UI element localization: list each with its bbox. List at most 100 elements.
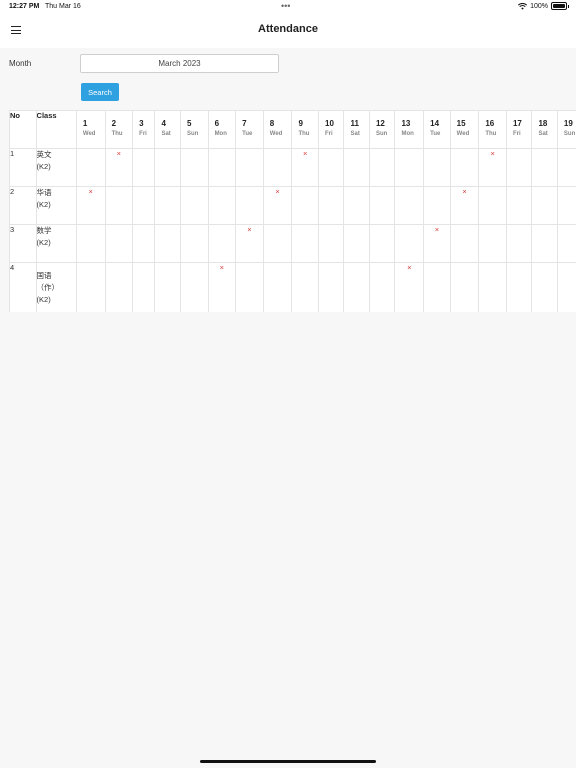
attendance-cell[interactable] [262, 224, 293, 263]
attendance-cell[interactable] [154, 262, 181, 312]
attendance-cell[interactable] [368, 148, 396, 187]
attendance-cell[interactable] [317, 148, 345, 187]
attendance-cell[interactable] [154, 148, 181, 187]
day-number: 11 [350, 119, 359, 128]
absent-mark[interactable]: × [394, 262, 425, 312]
attendance-cell[interactable] [207, 224, 237, 263]
attendance-cell[interactable] [556, 148, 576, 187]
attendance-cell[interactable] [478, 224, 507, 263]
attendance-cell[interactable] [505, 262, 533, 312]
attendance-cell[interactable] [423, 186, 451, 225]
attendance-cell[interactable] [394, 186, 425, 225]
attendance-cell[interactable] [343, 262, 370, 312]
day-weekday: Sun [186, 131, 199, 137]
absent-mark[interactable]: × [75, 186, 106, 225]
attendance-cell[interactable] [343, 186, 370, 225]
attendance-cell[interactable] [449, 224, 480, 263]
attendance-cell[interactable] [505, 224, 533, 263]
search-button[interactable]: Search [81, 83, 119, 101]
attendance-cell[interactable] [317, 262, 345, 312]
day-number: 19 [563, 119, 573, 128]
month-picker-input[interactable] [80, 54, 279, 73]
attendance-cell[interactable] [343, 148, 370, 187]
attendance-cell[interactable] [154, 224, 181, 263]
attendance-cell[interactable] [556, 186, 576, 225]
attendance-cell[interactable] [478, 262, 507, 312]
battery-percent: 100% [530, 2, 548, 10]
absent-mark[interactable]: × [207, 262, 237, 312]
attendance-cell[interactable] [449, 262, 480, 312]
attendance-table-container[interactable]: No Class 1 Wed 2 Thu 3 Fri 4 Sat 5 Sun 6 Mon 7 Tue 8 Wed 9… [9, 110, 576, 312]
attendance-cell[interactable] [531, 224, 558, 263]
attendance-cell[interactable] [556, 262, 576, 312]
multitasking-dots-icon[interactable]: ••• [281, 1, 290, 11]
attendance-cell[interactable] [531, 148, 558, 187]
attendance-cell[interactable] [505, 148, 533, 187]
attendance-cell[interactable] [179, 224, 209, 263]
attendance-cell[interactable] [368, 186, 396, 225]
attendance-cell[interactable] [317, 186, 345, 225]
absent-mark[interactable]: × [235, 224, 264, 263]
attendance-cell[interactable] [235, 148, 264, 187]
attendance-cell[interactable] [132, 148, 156, 187]
class-name-line: （作） [36, 283, 60, 292]
attendance-cell[interactable] [179, 262, 209, 312]
attendance-cell[interactable] [132, 224, 156, 263]
attendance-cell[interactable] [291, 224, 319, 263]
attendance-cell[interactable] [207, 186, 237, 225]
attendance-cell[interactable] [531, 262, 558, 312]
absent-mark[interactable]: × [423, 224, 451, 263]
day-weekday: Mon [401, 131, 414, 137]
attendance-cell[interactable] [423, 262, 451, 312]
attendance-cell[interactable] [179, 148, 209, 187]
attendance-cell[interactable] [132, 186, 156, 225]
attendance-cell[interactable] [423, 148, 451, 187]
attendance-cell[interactable] [207, 148, 237, 187]
day-number: 15 [456, 119, 466, 128]
attendance-cell[interactable] [449, 148, 480, 187]
absent-mark[interactable]: × [449, 186, 480, 225]
attendance-cell[interactable] [75, 224, 106, 263]
attendance-cell[interactable] [394, 148, 425, 187]
day-number: 16 [485, 119, 495, 128]
attendance-cell[interactable] [343, 224, 370, 263]
attendance-cell[interactable] [478, 186, 507, 225]
attendance-table: No Class 1 Wed 2 Thu 3 Fri 4 Sat 5 Sun 6 Mon 7 Tue 8 Wed 9… [9, 110, 576, 312]
day-number: 5 [186, 119, 192, 128]
column-header-day: 11 Sat [343, 110, 370, 149]
attendance-cell[interactable] [104, 262, 134, 312]
attendance-cell[interactable] [262, 262, 293, 312]
attendance-cell[interactable] [75, 148, 106, 187]
absent-mark[interactable]: × [262, 186, 293, 225]
absent-mark[interactable]: × [104, 148, 134, 187]
attendance-cell[interactable] [132, 262, 156, 312]
row-number: 4 [9, 262, 37, 312]
column-header-day: 2 Thu [104, 110, 134, 149]
absent-mark[interactable]: × [291, 148, 319, 187]
attendance-cell[interactable] [394, 224, 425, 263]
attendance-cell[interactable] [179, 186, 209, 225]
attendance-cell[interactable] [368, 262, 396, 312]
home-indicator[interactable] [200, 760, 376, 763]
attendance-cell[interactable] [368, 224, 396, 263]
attendance-cell[interactable] [104, 224, 134, 263]
day-number: 8 [269, 119, 275, 128]
attendance-cell[interactable] [75, 262, 106, 312]
attendance-cell[interactable] [556, 224, 576, 263]
attendance-cell[interactable] [505, 186, 533, 225]
column-header-day: 14 Tue [423, 110, 451, 149]
attendance-cell[interactable] [291, 186, 319, 225]
attendance-cell[interactable] [235, 262, 264, 312]
attendance-cell[interactable] [154, 186, 181, 225]
day-weekday: Fri [512, 131, 521, 137]
attendance-cell[interactable] [262, 148, 293, 187]
attendance-cell[interactable] [235, 186, 264, 225]
day-weekday: Thu [111, 131, 123, 137]
absent-mark[interactable]: × [478, 148, 507, 187]
attendance-cell[interactable] [104, 186, 134, 225]
attendance-cell[interactable] [291, 262, 319, 312]
attendance-cell[interactable] [531, 186, 558, 225]
day-number: 10 [325, 119, 334, 128]
attendance-cell[interactable] [317, 224, 345, 263]
row-class-name: 国语 （作） (K2) [35, 262, 77, 312]
